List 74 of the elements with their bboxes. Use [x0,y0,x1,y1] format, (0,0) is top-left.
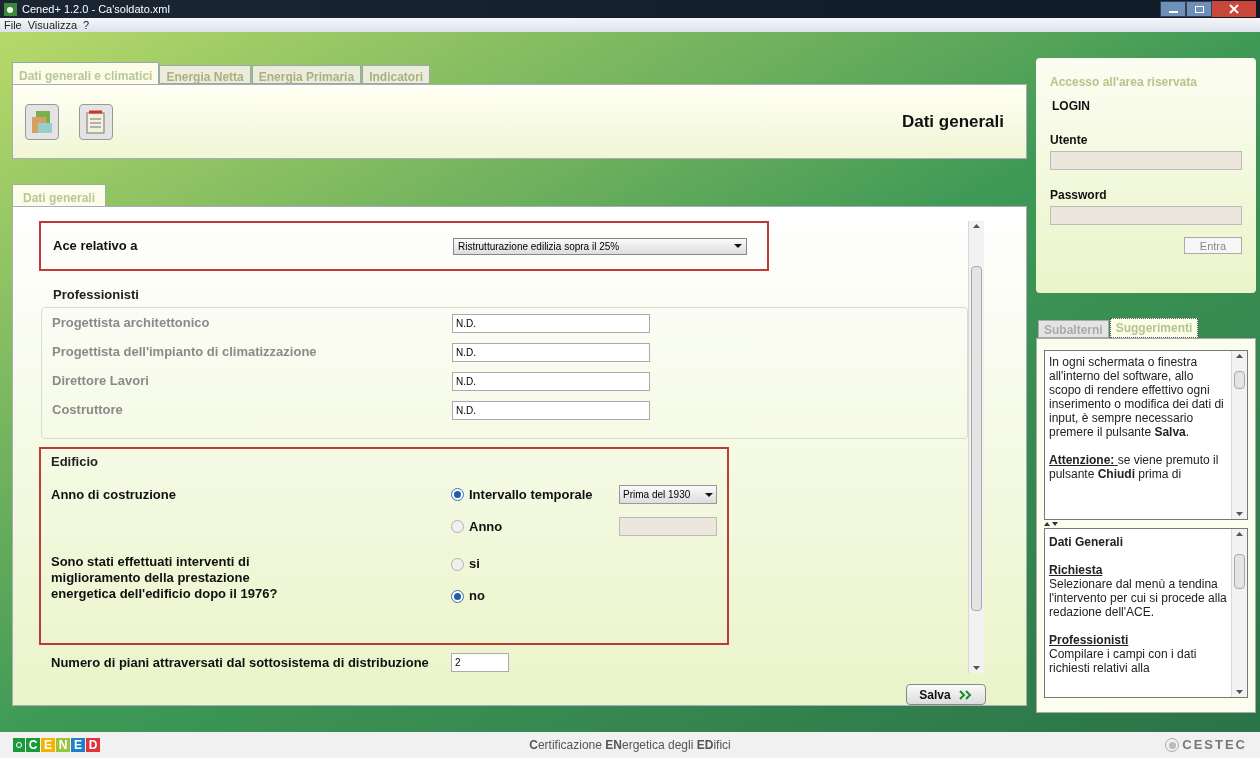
field-label: Utente [1050,132,1089,149]
hint-heading: Richiesta [1049,563,1104,577]
scroll-up-icon[interactable] [973,224,980,228]
radio-label[interactable]: no [469,586,485,606]
text-field[interactable]: N.D. [452,313,650,333]
hint-paragraph: Selezionare dal menù a tendina l'intervento per cui si procede alla redazione dell'ACE. [1049,577,1227,619]
radio-button[interactable] [451,589,464,603]
close-icon[interactable] [1212,1,1256,17]
panel-title: Accesso all'area riservata [1050,74,1198,91]
logo-letter-tile: E [41,738,55,752]
hint-heading: Professionisti [1049,633,1130,647]
cestec-logo: CESTEC [947,735,1247,755]
radio-button[interactable] [451,488,464,501]
hint-paragraph: Attenzione: se viene premuto il pulsante Chiudi prima di [1049,453,1220,481]
field-label: Progettista architettonico [52,314,211,333]
radio-button[interactable] [451,520,464,533]
documents-icon[interactable] [25,103,59,140]
scrollbar[interactable] [1231,529,1247,697]
menu-item[interactable]: Visualizza [27,16,78,34]
save-button[interactable]: Salva [906,684,986,705]
dropdown[interactable]: Ristrutturazione edilizia sopra il 25% [453,237,747,255]
field-label: Numero di piani attraversati dal sottosistema di distribuzione [51,653,430,672]
double-chevron-icon [958,689,973,700]
logo-letter-tile: N [56,738,70,752]
hint-paragraph: Compilare i campi con i dati richiesti relativi alla [1049,647,1198,675]
notepad-icon[interactable] [79,103,113,140]
window-title: Cened+ 1.2.0 - Ca'soldato.xml [22,1,170,17]
logo-letter-tile: C [26,738,40,752]
logo-mark-icon [13,738,25,752]
text-field[interactable]: 2 [451,652,509,672]
group-title: Professionisti [52,286,140,304]
radio-button[interactable] [451,557,464,571]
scroll-thumb[interactable] [1234,554,1245,589]
scroll-up-icon[interactable] [1236,532,1243,536]
logo-letter-tile: D [86,738,100,752]
field-label: Anno di costruzione [51,486,177,504]
minimize-icon[interactable] [1160,1,1186,17]
text-field[interactable]: N.D. [452,371,650,391]
caret-icon [705,492,713,497]
footer-tagline: Certificazione ENergetica degli EDifici [528,737,732,754]
scroll-up-icon[interactable] [1236,354,1243,358]
app-icon [4,2,17,16]
section-title: Dati generali [901,110,1004,133]
scrollbar[interactable] [1231,351,1247,519]
field-label: Direttore Lavori [52,372,150,391]
text-field[interactable]: N.D. [452,400,650,420]
menu-item[interactable]: ? [83,16,90,34]
text-field[interactable] [619,517,717,536]
scrollbar[interactable] [968,221,984,673]
menu-item[interactable]: File [4,16,22,34]
scroll-thumb[interactable] [1234,371,1245,389]
caret-icon [734,244,742,248]
scroll-thumb[interactable] [971,266,982,611]
scroll-down-icon[interactable] [1236,690,1243,694]
logo-letter-tile: E [71,738,85,752]
field-label: Costruttore [52,401,124,420]
maximize-icon[interactable] [1186,1,1212,17]
password-field[interactable] [1050,206,1242,225]
login-heading: LOGIN [1052,98,1091,115]
field-label: Ace relativo a [53,237,139,256]
field-label: Sono stati effettuati interventi di miglioramento della prestazione energetica dell'edificio dopo il 1976? [51,554,279,603]
field-label: Progettista dell'impianto di climatizzazione [52,343,318,362]
username-field[interactable] [1050,151,1242,170]
scroll-down-icon[interactable] [1236,512,1243,516]
radio-label[interactable]: si [469,554,480,574]
field-label: Password [1050,187,1108,204]
radio-label[interactable]: Intervallo temporale [469,484,619,505]
text-field[interactable]: N.D. [452,342,650,362]
hint-paragraph: In ogni schermata o finestra all'interno del software, allo scopo di rendere effettivo ogni inserimento o modifica dei dati di input, è sempre necessario premere il pulsante Salva. [1049,355,1225,439]
scroll-down-icon[interactable] [973,666,980,670]
hint-title: Dati Generali [1049,535,1125,549]
dropdown[interactable]: Prima del 1930 [619,485,717,504]
group-title: Edificio [51,452,99,471]
radio-label[interactable]: Anno [469,516,619,537]
